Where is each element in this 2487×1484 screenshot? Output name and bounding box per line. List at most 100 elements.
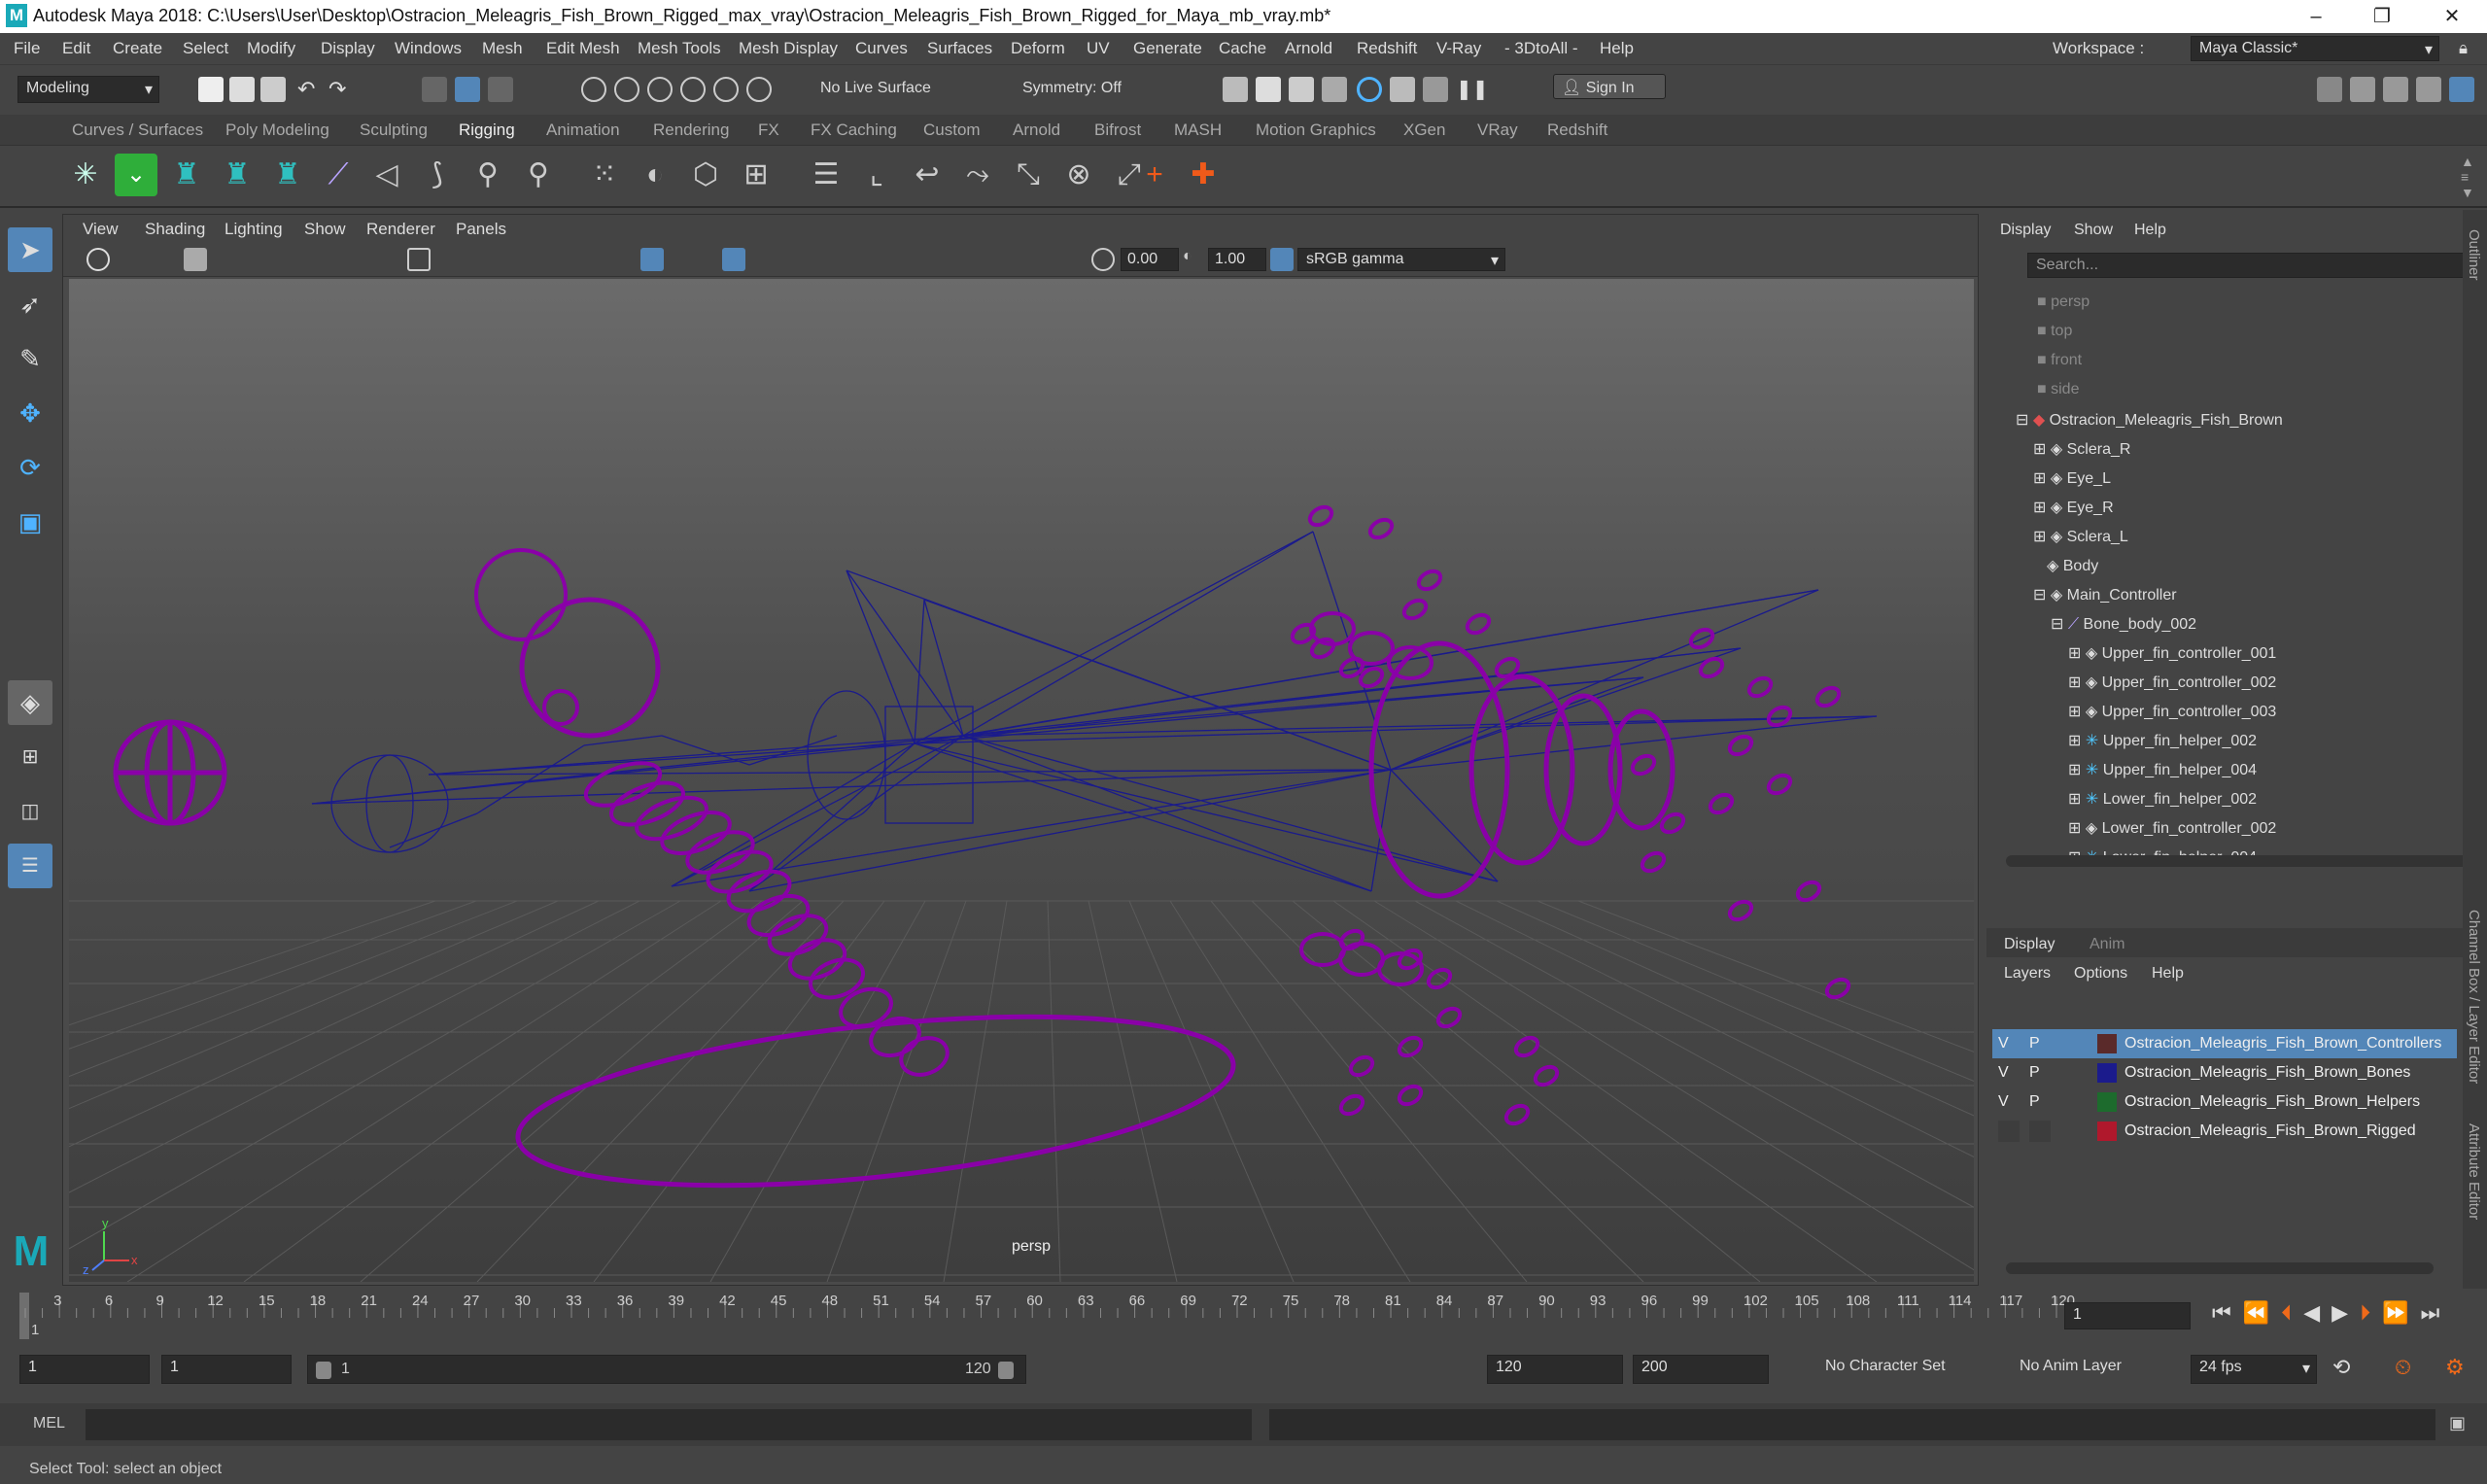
shelf-scroll-arrows-icon[interactable]: ▲ ≡ ▼: [2461, 154, 2474, 200]
open-scene-icon[interactable]: [229, 77, 255, 102]
playback-start-field[interactable]: 1: [161, 1355, 292, 1384]
point-constraint-icon[interactable]: ⌞: [855, 154, 898, 196]
outliner-menu-show[interactable]: Show: [2074, 222, 2113, 239]
outliner-item[interactable]: ⊞ ✳ Lower_fin_helper_002: [2068, 789, 2257, 809]
mel-input[interactable]: [86, 1409, 1252, 1440]
outliner-item[interactable]: ⊞ ◈ Upper_fin_controller_003: [2068, 702, 2276, 721]
layer-visibility-toggle[interactable]: [1998, 1121, 2020, 1142]
loop-icon[interactable]: ⟲: [2332, 1355, 2350, 1380]
joint-tool-icon[interactable]: ✳: [64, 154, 107, 196]
quick-rig-icon[interactable]: ⌄: [115, 154, 157, 196]
outliner-item[interactable]: ■ side: [2037, 381, 2079, 398]
shelf-tab-vray[interactable]: VRay: [1477, 121, 1518, 140]
fps-dropdown[interactable]: 24 fps ▾: [2191, 1355, 2317, 1384]
snap-point-icon[interactable]: [647, 77, 673, 102]
shelf-tab-sculpting[interactable]: Sculpting: [360, 121, 428, 140]
outliner-item[interactable]: ■ top: [2037, 323, 2072, 340]
select-tool-icon[interactable]: ➤: [8, 227, 52, 272]
outliner-item[interactable]: ⊞ ✳ Upper_fin_helper_004: [2068, 760, 2257, 779]
layer-menu-help[interactable]: Help: [2152, 965, 2184, 983]
locator-2-icon[interactable]: ✚: [1182, 154, 1225, 196]
shelf-tab-bifrost[interactable]: Bifrost: [1094, 121, 1141, 140]
range-end-handle[interactable]: [998, 1362, 1014, 1379]
shelf-tab-arnold[interactable]: Arnold: [1013, 121, 1060, 140]
layer-playback-toggle[interactable]: P: [2029, 1058, 2040, 1087]
menu-mesh-display[interactable]: Mesh Display: [739, 39, 838, 58]
select-object-icon[interactable]: [455, 77, 480, 102]
outliner-menu-display[interactable]: Display: [2000, 222, 2051, 239]
expand-icon[interactable]: ⊞: [2068, 762, 2086, 778]
gamma-field[interactable]: 1.00: [1208, 248, 1266, 271]
auto-key-icon[interactable]: ⏲: [2395, 1355, 2411, 1380]
character-set-dropdown[interactable]: No Character Set: [1817, 1355, 1992, 1384]
menu-mesh[interactable]: Mesh: [482, 39, 523, 58]
time-slider[interactable]: 1 3 6 9 12 15 18 21 24 27 30 33 36 39 42 45 48 51 54 57 60 63…: [0, 1289, 2487, 1345]
expand-icon[interactable]: ⊞: [2068, 733, 2086, 749]
create-joints-icon[interactable]: ⟋: [317, 154, 360, 196]
shelf-tab-motion-graphics[interactable]: Motion Graphics: [1256, 121, 1376, 140]
menu-vray[interactable]: V-Ray: [1436, 39, 1481, 58]
outliner-item[interactable]: ⊞ ◈ Upper_fin_controller_002: [2068, 673, 2276, 692]
humanik-2-icon[interactable]: ♜: [216, 154, 259, 196]
layer-h-scrollbar[interactable]: [2006, 1262, 2434, 1274]
outliner-item[interactable]: ⊞ ◈ Lower_fin_controller_002: [2068, 818, 2276, 838]
tail-controller-curve-2[interactable]: [519, 597, 661, 739]
ik-handle-icon[interactable]: ◁: [365, 154, 408, 196]
menu-file[interactable]: File: [14, 39, 40, 58]
layer-color-swatch[interactable]: [2097, 1092, 2117, 1112]
vp-menu-view[interactable]: View: [83, 220, 119, 239]
current-time-marker[interactable]: [19, 1293, 29, 1339]
locator-icon[interactable]: +: [1133, 154, 1176, 196]
go-to-end-icon[interactable]: ⏭: [2421, 1300, 2452, 1325]
redo-icon[interactable]: ↷: [328, 77, 354, 102]
smooth-bind-icon[interactable]: ⚲: [517, 154, 560, 196]
rotate-tool-icon[interactable]: ⟳: [8, 445, 52, 490]
layer-visibility-toggle[interactable]: V: [1998, 1087, 2009, 1117]
playback-end-field[interactable]: 120: [1487, 1355, 1623, 1384]
grid-toggle-icon[interactable]: [407, 248, 431, 271]
shelf-tab-poly-modeling[interactable]: Poly Modeling: [225, 121, 329, 140]
humanik-icon[interactable]: ♜: [165, 154, 208, 196]
cluster-icon[interactable]: ⁙: [583, 154, 626, 196]
single-view-icon[interactable]: ◈: [8, 680, 52, 725]
layer-playback-toggle[interactable]: [2029, 1121, 2051, 1142]
step-forward-frame-icon[interactable]: ⏵: [2360, 1300, 2382, 1325]
new-scene-icon[interactable]: [198, 77, 224, 102]
expand-icon[interactable]: ⊞: [2033, 441, 2051, 458]
layer-menu-layers[interactable]: Layers: [2004, 965, 2051, 983]
hypershade-icon[interactable]: [1357, 77, 1382, 102]
collapse-icon[interactable]: ⊟: [2051, 616, 2068, 633]
collapse-icon[interactable]: ⊟: [2033, 587, 2051, 604]
menu-select[interactable]: Select: [183, 39, 228, 58]
menu-edit-mesh[interactable]: Edit Mesh: [546, 39, 620, 58]
anim-layer-dropdown[interactable]: No Anim Layer: [2012, 1355, 2167, 1384]
select-hierarchy-icon[interactable]: [422, 77, 447, 102]
shelf-tab-fx-caching[interactable]: FX Caching: [811, 121, 897, 140]
minimize-button[interactable]: –: [2284, 0, 2348, 33]
side-tab-outliner[interactable]: Outliner: [2466, 229, 2482, 281]
expand-icon[interactable]: ⊞: [2068, 820, 2086, 837]
xray-icon[interactable]: [722, 248, 745, 271]
camera-attributes-icon[interactable]: [184, 248, 207, 271]
layer-playback-toggle[interactable]: P: [2029, 1029, 2040, 1058]
snap-vertex-icon[interactable]: [746, 77, 772, 102]
four-view-icon[interactable]: ⊞: [8, 735, 52, 779]
shelf-tab-rigging[interactable]: Rigging: [459, 121, 515, 140]
vray-render-icon[interactable]: [1423, 77, 1448, 102]
exposure-field[interactable]: 0.00: [1121, 248, 1179, 271]
menu-curves[interactable]: Curves: [855, 39, 908, 58]
outliner-item[interactable]: ⊟ ⟋ Bone_body_002: [2051, 614, 2196, 634]
mel-label[interactable]: MEL: [33, 1415, 65, 1432]
live-surface-field[interactable]: No Live Surface: [812, 77, 980, 102]
character-controls-icon[interactable]: [2350, 77, 2375, 102]
shelf-tab-rendering[interactable]: Rendering: [653, 121, 729, 140]
menu-deform[interactable]: Deform: [1011, 39, 1065, 58]
animation-start-field[interactable]: 1: [19, 1355, 150, 1384]
ik-spline-icon[interactable]: ⟆: [416, 154, 459, 196]
sign-in-button[interactable]: 👤︎ Sign In: [1553, 74, 1666, 99]
render-view-icon[interactable]: [1322, 77, 1347, 102]
play-forward-icon[interactable]: ▶: [2332, 1300, 2360, 1325]
outliner-item[interactable]: ⊞ ◈ Eye_R: [2033, 498, 2114, 517]
move-tool-icon[interactable]: ✥: [8, 391, 52, 435]
layer-color-swatch[interactable]: [2097, 1063, 2117, 1083]
